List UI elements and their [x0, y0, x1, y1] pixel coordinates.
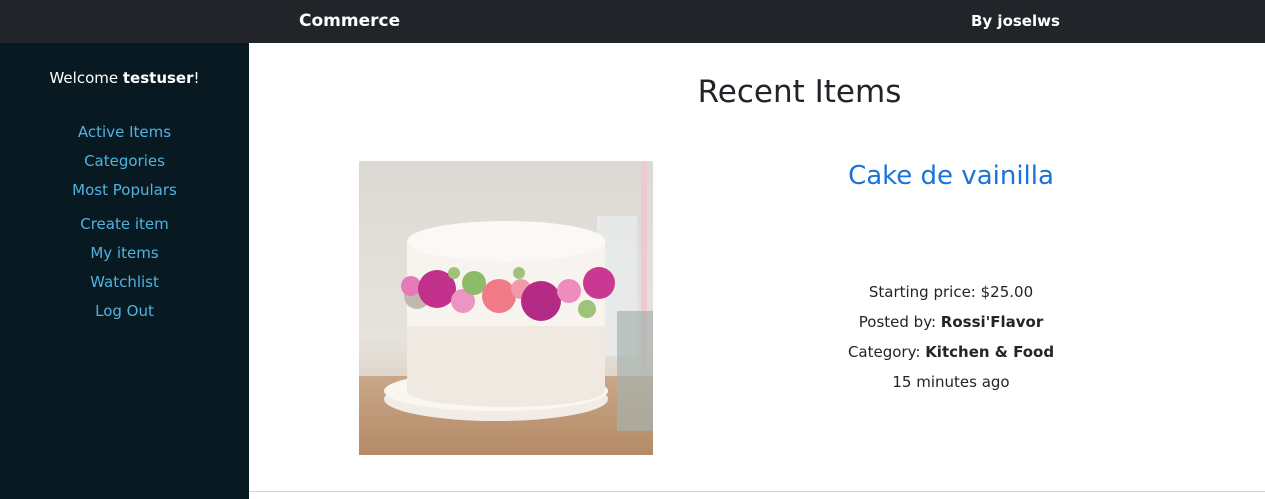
- item-posted-by: Posted by: Rossi'Flavor: [700, 313, 1202, 331]
- brand-title[interactable]: Commerce: [299, 11, 400, 31]
- item-time: 15 minutes ago: [892, 373, 1010, 391]
- item-divider: [249, 491, 1265, 492]
- posted-label: Posted by:: [858, 313, 941, 331]
- top-navbar: Commerce By joselws: [0, 0, 1265, 43]
- welcome-prefix: Welcome: [49, 69, 123, 87]
- welcome-message: Welcome testuser!: [0, 69, 249, 87]
- sidebar-link-most-populars[interactable]: Most Populars: [0, 181, 249, 199]
- price-label: Starting price:: [868, 283, 981, 301]
- sidebar-link-create-item[interactable]: Create item: [0, 215, 249, 233]
- cake-image-drawing: [359, 161, 653, 455]
- item-price: Starting price: $25.00: [700, 283, 1202, 301]
- author-credit: By joselws: [971, 12, 1060, 30]
- item-title-link[interactable]: Cake de vainilla: [700, 161, 1202, 191]
- sidebar-link-log-out[interactable]: Log Out: [0, 302, 249, 320]
- posted-by-value: Rossi'Flavor: [940, 313, 1044, 331]
- sidebar-link-watchlist[interactable]: Watchlist: [0, 273, 249, 291]
- sidebar-link-categories[interactable]: Categories: [0, 152, 249, 170]
- username: testuser: [122, 69, 194, 87]
- page-title: Recent Items: [697, 74, 902, 110]
- sidebar: Welcome testuser! Active Items Categorie…: [0, 43, 249, 499]
- welcome-suffix: !: [193, 69, 200, 87]
- category-value: Kitchen & Food: [925, 343, 1055, 361]
- price-value: $25.00: [980, 283, 1034, 301]
- item-image[interactable]: [359, 161, 653, 455]
- sidebar-link-my-items[interactable]: My items: [0, 244, 249, 262]
- item-category: Category: Kitchen & Food: [700, 343, 1202, 361]
- sidebar-link-active-items[interactable]: Active Items: [0, 123, 249, 141]
- category-label: Category:: [847, 343, 926, 361]
